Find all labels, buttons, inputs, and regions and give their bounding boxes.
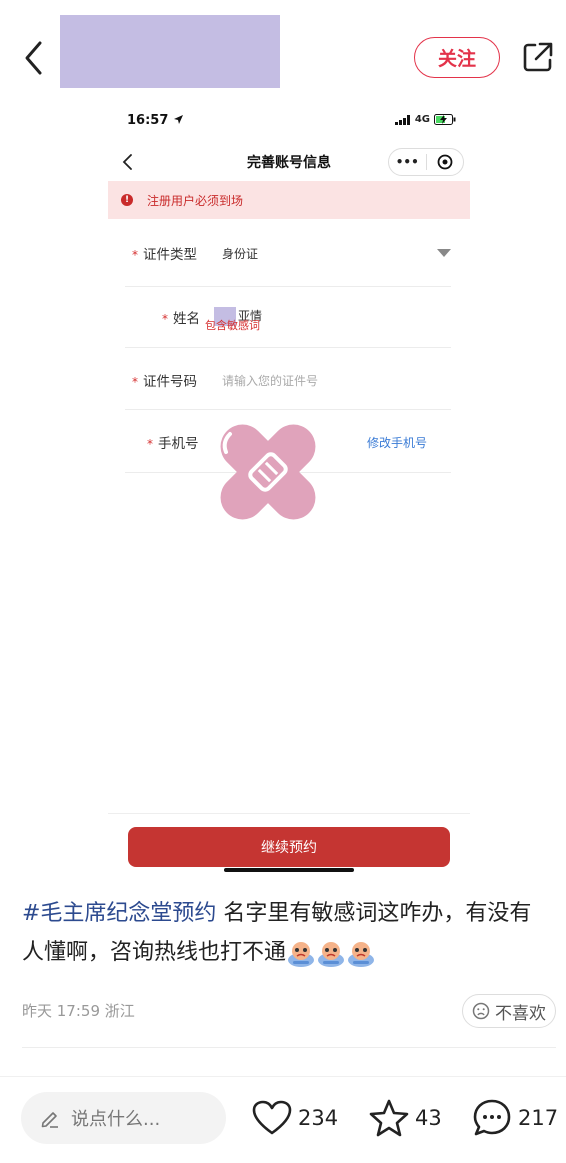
top-bar: 关注 xyxy=(0,0,566,110)
status-bar: 16:57 4G xyxy=(108,110,470,134)
footer-divider xyxy=(108,813,470,814)
id-number-label: 证件号码 xyxy=(143,374,197,390)
dislike-label: 不喜欢 xyxy=(495,1003,546,1024)
embedded-screenshot: 16:57 4G 完善账号信息 ••• ! 注册用户必须到场 * 证件类型 身份… xyxy=(108,100,470,880)
sad-face-icon xyxy=(472,1002,490,1020)
status-time: 16:57 xyxy=(127,113,184,128)
name-row: * 姓名 亚情 包含敏感词 xyxy=(125,287,451,348)
heart-icon xyxy=(252,1100,292,1135)
collect-button[interactable]: 43 xyxy=(369,1098,442,1138)
alert-banner: ! 注册用户必须到场 xyxy=(108,181,470,219)
collect-count: 43 xyxy=(415,1106,442,1130)
name-label: 姓名 xyxy=(173,311,200,327)
like-button[interactable]: 234 xyxy=(252,1098,338,1138)
chevron-left-icon xyxy=(25,41,42,75)
crying-emoji-icon xyxy=(318,942,345,967)
change-phone-link[interactable]: 修改手机号 xyxy=(367,434,427,451)
hashtag-link[interactable]: #毛主席纪念堂预约 xyxy=(22,901,216,926)
content-divider xyxy=(22,1047,556,1048)
required-mark: * xyxy=(147,437,153,451)
miniprogram-capsule: ••• xyxy=(388,148,464,176)
id-type-value: 身份证 xyxy=(222,247,259,261)
dislike-button[interactable]: 不喜欢 xyxy=(462,994,556,1028)
post-caption: #毛主席纪念堂预约 名字里有敏感词这咋办，有没有人懂啊，咨询热线也打不通 xyxy=(22,894,552,972)
required-mark: * xyxy=(162,312,168,326)
network-label: 4G xyxy=(414,114,430,125)
post-time: 昨天 17:59 xyxy=(22,1002,100,1020)
required-mark: * xyxy=(132,248,138,262)
star-icon xyxy=(369,1099,409,1137)
id-type-label: 证件类型 xyxy=(143,247,197,263)
crying-emoji-icon xyxy=(288,942,315,967)
like-count: 234 xyxy=(298,1106,339,1130)
redacted-author xyxy=(60,15,280,88)
mini-nav-bar: 完善账号信息 ••• xyxy=(108,142,470,182)
alert-text: 注册用户必须到场 xyxy=(147,193,244,208)
id-number-input[interactable]: 请输入您的证件号 xyxy=(222,372,318,389)
post-meta: 昨天 17:59 浙江 xyxy=(22,1000,135,1021)
required-mark: * xyxy=(132,375,138,389)
target-icon xyxy=(437,154,453,170)
share-button[interactable] xyxy=(520,39,556,75)
sensitive-word-error: 包含敏感词 xyxy=(205,319,260,332)
more-icon[interactable]: ••• xyxy=(389,155,426,169)
location-arrow-icon xyxy=(173,115,183,124)
comment-input[interactable]: 说点什么... xyxy=(21,1092,226,1144)
comment-icon xyxy=(473,1099,511,1136)
back-button[interactable] xyxy=(18,38,50,78)
home-indicator xyxy=(224,868,354,872)
status-indicators: 4G xyxy=(394,114,456,125)
comment-button[interactable]: 217 xyxy=(472,1098,558,1138)
continue-booking-button[interactable]: 继续预约 xyxy=(128,827,450,867)
share-icon xyxy=(523,42,553,72)
id-number-row: * 证件号码 请输入您的证件号 xyxy=(125,348,451,410)
bandage-sticker-icon[interactable] xyxy=(208,412,328,532)
dropdown-arrow-icon xyxy=(437,249,451,257)
pencil-icon xyxy=(41,1112,58,1128)
close-miniprogram-button[interactable] xyxy=(426,154,463,170)
id-type-row[interactable]: * 证件类型 身份证 xyxy=(125,224,451,287)
comment-count: 217 xyxy=(518,1106,559,1130)
follow-button[interactable]: 关注 xyxy=(414,37,500,78)
alert-icon: ! xyxy=(121,194,133,206)
signal-icon xyxy=(394,114,410,125)
post-location: 浙江 xyxy=(104,1002,135,1020)
battery-icon xyxy=(434,114,456,125)
crying-emoji-icon xyxy=(348,942,375,967)
bottom-action-bar: 说点什么... 234 43 217 xyxy=(0,1076,566,1163)
comment-placeholder: 说点什么... xyxy=(71,1109,161,1130)
phone-label: 手机号 xyxy=(158,436,199,452)
